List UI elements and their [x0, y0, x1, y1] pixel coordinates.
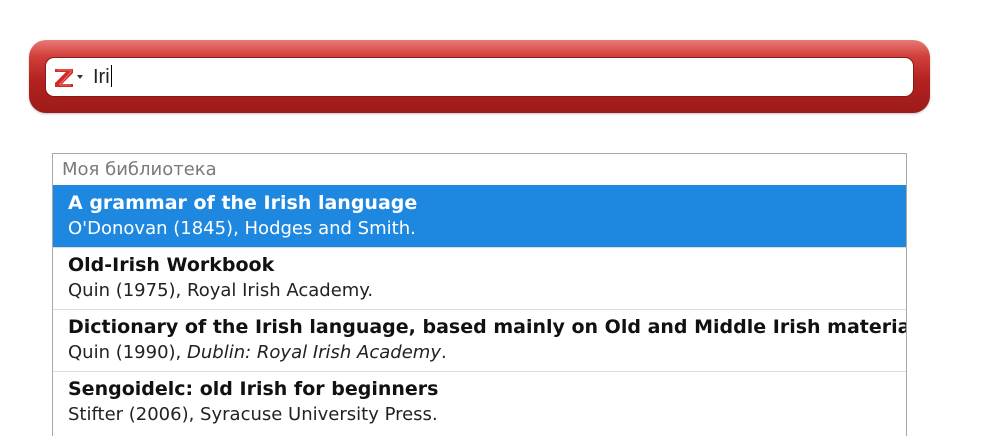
- result-item[interactable]: A grammar of the Irish language O'Donova…: [53, 185, 906, 247]
- result-item[interactable]: Old-Irish Workbook Quin (1975), Royal Ir…: [53, 247, 906, 309]
- result-meta: O'Donovan (1845), Hodges and Smith.: [68, 218, 416, 239]
- search-input[interactable]: Iri: [45, 57, 914, 97]
- results-group-header: Моя библиотека: [62, 159, 217, 180]
- result-title: A grammar of the Irish language: [68, 192, 418, 214]
- text-cursor: [110, 65, 112, 87]
- citation-results-list: Моя библиотека A grammar of the Irish la…: [52, 153, 907, 436]
- zotero-z-icon: [55, 69, 73, 87]
- quickformat-search-bar: Iri: [29, 40, 930, 113]
- result-title: Sengoidelc: old Irish for beginners: [68, 378, 439, 400]
- result-item[interactable]: Dictionary of the Irish language, based …: [53, 309, 906, 371]
- result-meta: Quin (1975), Royal Irish Academy.: [68, 280, 374, 301]
- result-meta: Quin (1990), Dublin: Royal Irish Academy…: [68, 342, 447, 363]
- result-meta: Stifter (2006), Syracuse University Pres…: [68, 404, 438, 425]
- result-item[interactable]: Sengoidelc: old Irish for beginners Stif…: [53, 371, 906, 433]
- zotero-menu-button[interactable]: [53, 65, 87, 89]
- result-publisher: Dublin: Royal Irish Academy: [187, 342, 441, 363]
- search-query-text: Iri: [93, 66, 110, 88]
- result-title: Dictionary of the Irish language, based …: [68, 316, 907, 338]
- result-title: Old-Irish Workbook: [68, 254, 275, 276]
- chevron-down-icon: [77, 75, 83, 79]
